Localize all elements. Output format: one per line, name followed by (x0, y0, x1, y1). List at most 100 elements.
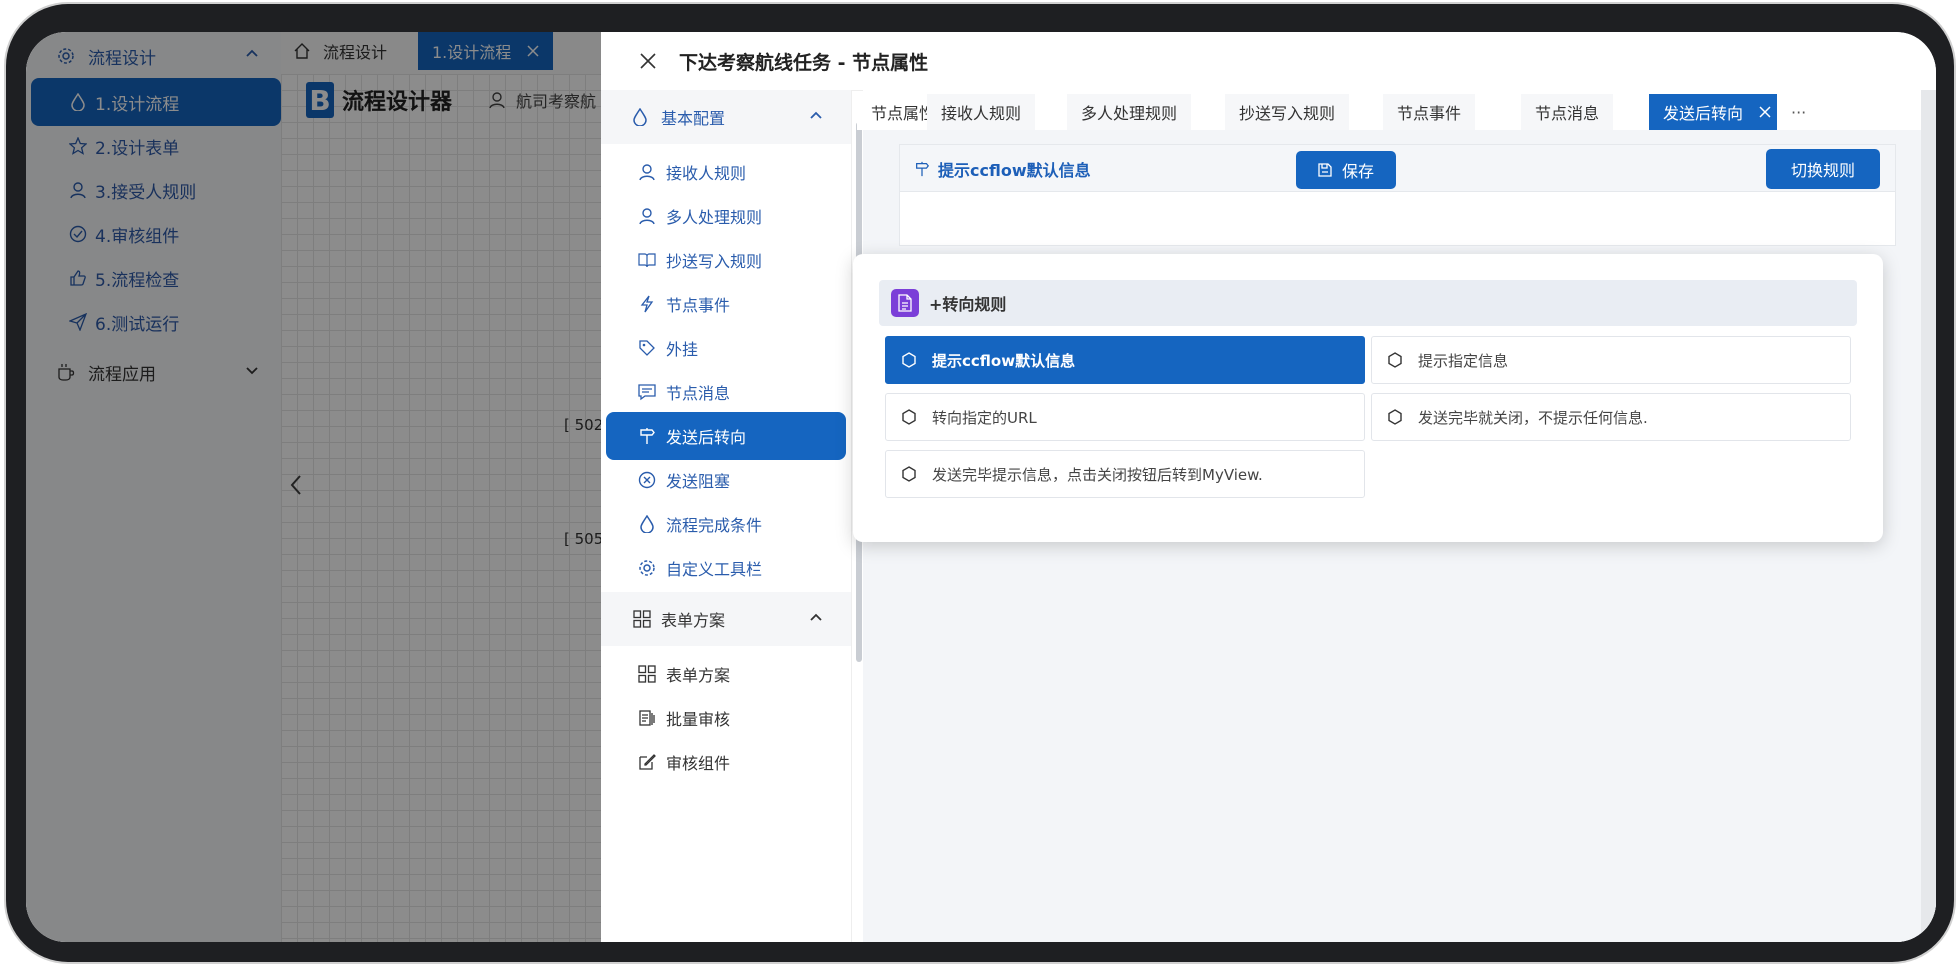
rule-card-header: 提示ccflow默认信息 保存 切换规则 (900, 145, 1895, 192)
tab-label: 节点属性 (871, 104, 936, 123)
nav-item-receiver-rules[interactable]: 接收人规则 (606, 148, 846, 196)
signpost-icon (638, 427, 656, 445)
drop-icon (633, 108, 651, 126)
chevron-up-icon (809, 108, 823, 127)
grid-icon (633, 610, 651, 628)
option-close-silently[interactable]: 发送完毕就关闭，不提示任何信息. (1371, 393, 1851, 441)
nav-item-label: 节点消息 (666, 384, 731, 403)
nav-item-cc-rules[interactable]: 抄送写入规则 (606, 236, 846, 284)
tabs-more-button[interactable]: ··· (1777, 94, 1821, 130)
content-scrollbar-track[interactable] (1921, 90, 1936, 942)
option-default-message[interactable]: 提示ccflow默认信息 (885, 336, 1365, 384)
drawer-title: 下达考察航线任务 - 节点属性 (679, 51, 929, 74)
nav-item-label: 多人处理规则 (666, 208, 763, 227)
option-redirect-url[interactable]: 转向指定的URL (885, 393, 1365, 441)
close-circle-icon (638, 471, 656, 489)
node-properties-drawer: 下达考察航线任务 - 节点属性 基本配置 接收人规则 多人处理规则 抄送写入规则 (601, 32, 1936, 942)
user-icon (638, 163, 656, 181)
nav-item-form-scheme[interactable]: 表单方案 (606, 650, 846, 698)
screen: 流程设计 1.设计流程 2.设计表单 3.接受人规则 4.审核组件 5.流程检查… (26, 32, 1936, 942)
tab-label: 节点消息 (1535, 104, 1600, 123)
nav-item-after-send-redirect[interactable]: 发送后转向 (606, 412, 846, 460)
tab-receiver-rules[interactable]: 接收人规则 (927, 94, 1036, 130)
nav-item-label: 审核组件 (666, 754, 731, 773)
edit-icon (638, 753, 656, 771)
more-label: ··· (1791, 102, 1807, 122)
book-icon (638, 251, 656, 269)
option-message-then-myview[interactable]: 发送完毕提示信息，点击关闭按钮后转到MyView. (885, 450, 1365, 498)
tab-node-message[interactable]: 节点消息 (1521, 94, 1614, 130)
nav-item-label: 抄送写入规则 (666, 252, 763, 271)
signpost-icon (914, 161, 930, 177)
tab-label: 发送后转向 (1663, 104, 1744, 123)
tab-label: 接收人规则 (941, 104, 1022, 123)
save-label: 保存 (1341, 162, 1374, 181)
redirect-rule-popup: +转向规则 提示ccflow默认信息 提示指定信息 转向指定的URL 发送完毕就… (853, 254, 1883, 542)
nav-item-label: 外挂 (666, 340, 699, 359)
nav-item-label: 表单方案 (666, 666, 731, 685)
nav-item-node-events[interactable]: 节点事件 (606, 280, 846, 328)
popup-header: +转向规则 (879, 280, 1857, 326)
switch-label: 切换规则 (1790, 161, 1855, 180)
nav-group-label: 基本配置 (661, 109, 726, 128)
hexagon-icon (1386, 408, 1404, 426)
nav-item-label: 节点事件 (666, 296, 731, 315)
hexagon-icon (1386, 351, 1404, 369)
tag-icon (638, 339, 656, 357)
drop-icon (638, 515, 656, 533)
nav-item-label: 发送后转向 (666, 428, 747, 447)
close-icon[interactable] (1759, 103, 1771, 122)
nav-item-label: 发送阻塞 (666, 472, 731, 491)
drawer-nav: 基本配置 接收人规则 多人处理规则 抄送写入规则 节点事件 外挂 节点消息 发送… (601, 90, 852, 942)
grid-icon (638, 665, 656, 683)
option-label: 提示指定信息 (1418, 351, 1509, 370)
save-icon (1318, 163, 1332, 177)
tab-label: 抄送写入规则 (1239, 104, 1336, 123)
option-label: 发送完毕就关闭，不提示任何信息. (1418, 408, 1648, 427)
drawer-header: 下达考察航线任务 - 节点属性 (601, 32, 1936, 91)
option-label: 转向指定的URL (932, 408, 1037, 427)
nav-item-label: 批量审核 (666, 710, 731, 729)
nav-item-node-message[interactable]: 节点消息 (606, 368, 846, 416)
tab-cc-rules[interactable]: 抄送写入规则 (1225, 94, 1350, 130)
nav-item-label: 流程完成条件 (666, 516, 763, 535)
collapse-arrow-icon[interactable] (289, 474, 303, 502)
nav-item-multi-handler[interactable]: 多人处理规则 (606, 192, 846, 240)
drawer-content: 节点属性 接收人规则 多人处理规则 抄送写入规则 节点事件 节点消息 发送后转向… (853, 90, 1936, 942)
nav-group-label: 表单方案 (661, 611, 726, 630)
documents-icon (638, 709, 656, 727)
rule-card-title: 提示ccflow默认信息 (914, 157, 1091, 181)
nav-group-form-scheme[interactable]: 表单方案 (601, 592, 851, 646)
hexagon-icon (900, 351, 918, 369)
option-label: 提示ccflow默认信息 (932, 351, 1076, 370)
modal-backdrop[interactable] (26, 32, 621, 942)
bolt-icon (638, 295, 656, 313)
nav-item-plugin[interactable]: 外挂 (606, 324, 846, 372)
nav-item-send-block[interactable]: 发送阻塞 (606, 456, 846, 504)
save-button[interactable]: 保存 (1296, 151, 1396, 189)
nav-item-batch-audit[interactable]: 批量审核 (606, 694, 846, 742)
nav-item-label: 自定义工具栏 (666, 560, 763, 579)
tab-after-send-redirect[interactable]: 发送后转向 (1649, 94, 1786, 130)
chevron-up-icon (809, 610, 823, 629)
hexagon-icon (900, 465, 918, 483)
device-frame: 流程设计 1.设计流程 2.设计表单 3.接受人规则 4.审核组件 5.流程检查… (6, 4, 1954, 962)
rule-card: 提示ccflow默认信息 保存 切换规则 (899, 144, 1896, 246)
tab-label: 节点事件 (1397, 104, 1462, 123)
nav-group-basic[interactable]: 基本配置 (601, 90, 851, 144)
nav-item-label: 接收人规则 (666, 164, 747, 183)
document-icon (891, 289, 919, 317)
option-label: 发送完毕提示信息，点击关闭按钮后转到MyView. (932, 465, 1263, 484)
content-tabs: 节点属性 接收人规则 多人处理规则 抄送写入规则 节点事件 节点消息 发送后转向… (857, 90, 1936, 130)
gear-icon (638, 559, 656, 577)
nav-item-audit-component[interactable]: 审核组件 (606, 738, 846, 786)
tab-node-events[interactable]: 节点事件 (1383, 94, 1476, 130)
tab-multi-handler[interactable]: 多人处理规则 (1067, 94, 1192, 130)
nav-item-flow-complete-condition[interactable]: 流程完成条件 (606, 500, 846, 548)
rule-card-title-text: 提示ccflow默认信息 (938, 161, 1091, 180)
switch-rule-button[interactable]: 切换规则 (1766, 149, 1880, 189)
option-specified-message[interactable]: 提示指定信息 (1371, 336, 1851, 384)
message-icon (638, 383, 656, 401)
nav-item-custom-toolbar[interactable]: 自定义工具栏 (606, 544, 846, 592)
close-icon[interactable] (637, 50, 659, 72)
